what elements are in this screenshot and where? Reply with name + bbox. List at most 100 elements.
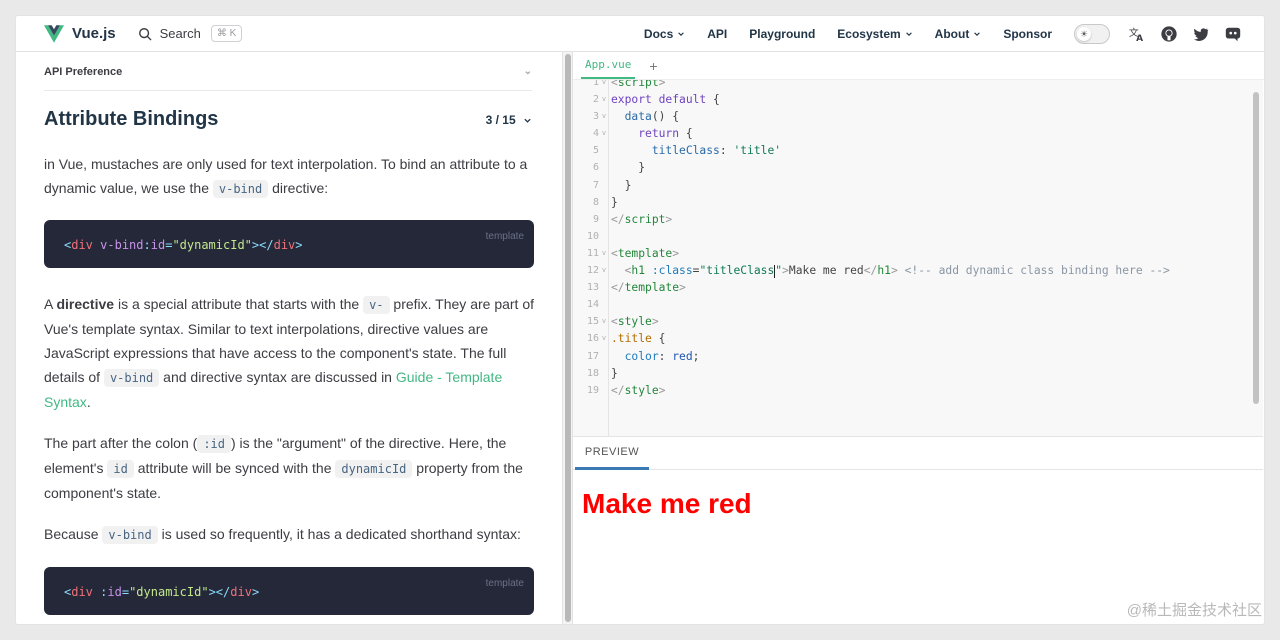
nav-playground-label: Playground <box>749 27 816 41</box>
translate-icon[interactable]: 文A <box>1128 25 1146 43</box>
text: Because <box>44 526 103 542</box>
chevron-down-icon <box>974 32 981 36</box>
text: . <box>86 394 91 410</box>
sun-icon: ☀ <box>1077 27 1091 41</box>
panel-splitter[interactable] <box>562 52 572 624</box>
code-line: 8 } <box>592 195 618 209</box>
text: is used so frequently, it has a dedicate… <box>157 526 521 542</box>
vue-logo-icon <box>44 24 64 43</box>
text: is a special attribute that starts with … <box>114 296 364 312</box>
chevron-down-icon <box>905 32 912 36</box>
code-line: 14 <box>586 299 599 311</box>
brand-link[interactable]: Vue.js <box>44 24 116 43</box>
nav-docs[interactable]: Docs <box>644 27 685 41</box>
code-line: 11 v <template> <box>586 246 680 260</box>
text: and directive syntax are discussed in <box>159 369 396 385</box>
chevron-down-icon: ⌄ <box>523 66 532 77</box>
repl-panel: App.vue + 1 v <script> 2 v export default { … <box>572 52 1264 624</box>
title-row: Attribute Bindings 3 / 15 <box>44 108 532 131</box>
nav-sponsor-label: Sponsor <box>1003 27 1052 41</box>
code-line: 10 <box>586 230 599 242</box>
editor-scrollbar[interactable] <box>1253 92 1259 404</box>
code-lines: 1 v <script> 2 v export default { 3v data() … <box>573 80 1170 399</box>
text-cursor <box>774 264 776 278</box>
code-line: 13 </template> <box>586 281 686 295</box>
code-block: template <div :id="dynamicId"></div> <box>44 567 534 615</box>
inline-code: v-bind <box>102 526 158 544</box>
tutorial-panel: API Preference ⌄ Attribute Bindings 3 / … <box>16 52 562 624</box>
nav-api[interactable]: API <box>707 27 727 41</box>
code-lang-label: template <box>485 578 524 589</box>
text: directive: <box>268 180 329 196</box>
github-icon[interactable] <box>1160 25 1178 43</box>
code-line: 18 } <box>586 366 618 380</box>
step-selector[interactable]: 3 / 15 <box>486 113 532 127</box>
page-title: Attribute Bindings <box>44 108 219 130</box>
api-preference-toggle[interactable]: API Preference ⌄ <box>44 66 532 78</box>
paragraph: in Vue, mustaches are only used for text… <box>44 152 534 201</box>
search-shortcut: ⌘ K <box>210 25 243 42</box>
nav-playground[interactable]: Playground <box>749 27 815 41</box>
text: A <box>44 296 57 312</box>
text: attribute will be synced with the <box>133 460 336 476</box>
nav-about-label: About <box>934 27 970 41</box>
inline-code: :id <box>197 435 231 453</box>
inline-code: v- <box>363 296 390 314</box>
app-window: Vue.js Search ⌘ K Docs API Playground Ec… <box>16 16 1264 624</box>
code-editor[interactable]: 1 v <script> 2 v export default { 3v data() … <box>573 80 1263 436</box>
code-line: 17 color: red; <box>586 349 700 363</box>
code-line: 9 </script> <box>592 212 673 226</box>
nav-menu: Docs API Playground Ecosystem About Spon… <box>644 16 1256 52</box>
output-tabs: PREVIEW <box>573 436 1263 470</box>
bold-text: directive <box>56 296 115 312</box>
nav-ecosystem-label: Ecosystem <box>837 27 901 41</box>
brand-name: Vue.js <box>72 25 116 42</box>
tutorial-content: in Vue, mustaches are only used for text… <box>44 152 534 624</box>
code-line: 5 titleClass: 'title' <box>592 144 782 158</box>
inline-code: v-bind <box>103 369 160 387</box>
scrollbar-thumb[interactable] <box>565 54 571 622</box>
search-button[interactable]: Search ⌘ K <box>138 25 243 42</box>
tab-preview[interactable]: PREVIEW <box>575 437 649 470</box>
code-line: 19 </style> <box>586 383 666 397</box>
paragraph: The part after the colon (:id) is the "a… <box>44 431 534 505</box>
divider <box>44 90 532 91</box>
text: The part after the colon ( <box>44 435 198 451</box>
inline-code: dynamicId <box>335 460 413 478</box>
svg-text:A: A <box>1136 34 1143 43</box>
chevron-down-icon <box>524 118 531 123</box>
paragraph: Because v-bind is used so frequently, it… <box>44 522 534 547</box>
file-tab-app-vue[interactable]: App.vue <box>581 58 636 79</box>
inline-code: id <box>107 460 134 478</box>
code-line: 12 v <h1 :class="titleClass">Make me red<… <box>586 264 1170 278</box>
top-nav: Vue.js Search ⌘ K Docs API Playground Ec… <box>16 16 1264 52</box>
nav-api-label: API <box>707 27 728 41</box>
discord-icon[interactable] <box>1224 25 1242 43</box>
paragraph: A directive is a special attribute that … <box>44 292 534 414</box>
theme-toggle[interactable]: ☀ <box>1074 24 1110 44</box>
nav-docs-label: Docs <box>643 27 674 41</box>
chevron-down-icon <box>678 32 685 36</box>
code-line: 4v return { <box>592 127 693 141</box>
code-line: 1 v <script> <box>592 80 666 89</box>
nav-sponsor[interactable]: Sponsor <box>1003 27 1052 41</box>
nav-ecosystem[interactable]: Ecosystem <box>837 27 912 41</box>
code-block: template <div v-bind:id="dynamicId"></di… <box>44 220 534 268</box>
code-line: 3v data() { <box>592 110 680 124</box>
file-tabs: App.vue + <box>573 52 1264 80</box>
add-file-button[interactable]: + <box>649 58 657 79</box>
code-lang-label: template <box>485 231 524 242</box>
step-counter: 3 / 15 <box>485 112 516 127</box>
search-icon <box>138 27 152 40</box>
code-line: 6 } <box>592 161 646 175</box>
code-line: 7 } <box>592 178 632 192</box>
inline-code: v-bind <box>212 180 269 198</box>
nav-about[interactable]: About <box>935 27 982 41</box>
search-label: Search <box>159 26 201 41</box>
code-line: 15 v <style> <box>586 315 659 329</box>
twitter-icon[interactable] <box>1192 25 1210 43</box>
code-line: 2 v export default { <box>592 93 720 107</box>
api-preference-label: API Preference <box>44 66 123 78</box>
code-line: 16 v .title { <box>586 332 666 346</box>
watermark: @稀土掘金技术社区 <box>1126 602 1262 619</box>
